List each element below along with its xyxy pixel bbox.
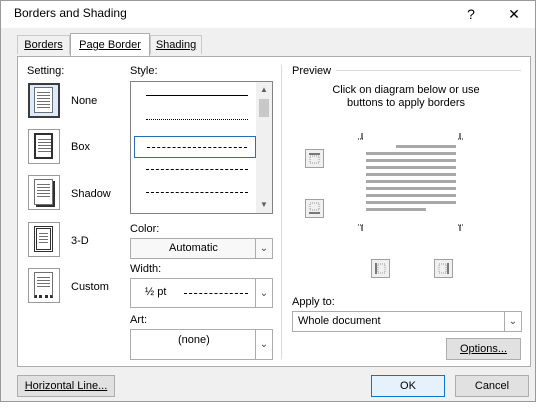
setting-custom-label[interactable]: Custom	[71, 281, 109, 293]
page-box-icon	[34, 133, 53, 159]
apply-to-label: Apply to:	[292, 296, 335, 308]
setting-box-thumb[interactable]	[28, 129, 60, 164]
page-3d-icon	[34, 226, 53, 252]
setting-shadow-label[interactable]: Shadow	[71, 188, 111, 200]
help-button[interactable]: ?	[454, 1, 488, 27]
page-custom-icon	[34, 272, 53, 298]
page-border-panel: Setting: None Box Shadow 3-D Custom Styl…	[17, 56, 531, 367]
color-label: Color:	[130, 223, 160, 235]
preview-diagram[interactable]	[358, 133, 464, 231]
setting-3d-thumb[interactable]	[28, 222, 60, 257]
right-border-icon	[438, 263, 449, 274]
ok-label: OK	[400, 380, 416, 392]
window-title: Borders and Shading	[14, 6, 127, 20]
preview-instruction: Click on diagram below or use buttons to…	[332, 84, 480, 109]
scroll-up-icon[interactable]: ▲	[256, 83, 272, 97]
preview-header: Preview	[292, 65, 332, 77]
tab-page-border-label: Page Border	[79, 39, 141, 51]
style-scrollbar[interactable]: ▲ ▼	[256, 82, 272, 213]
tab-page-border[interactable]: Page Border	[70, 33, 150, 56]
bottom-border-button[interactable]	[305, 199, 324, 218]
tab-shading[interactable]: Shading	[150, 35, 202, 54]
options-button-label: Options...	[459, 343, 508, 355]
right-border-button[interactable]	[434, 259, 453, 278]
page-shadow-icon	[34, 179, 53, 205]
art-dropdown[interactable]: (none) ⌄	[130, 329, 273, 360]
setting-shadow-thumb[interactable]	[28, 175, 60, 210]
art-value: (none)	[178, 334, 210, 346]
left-border-icon	[375, 263, 386, 274]
style-header: Style:	[130, 65, 158, 77]
color-value: Automatic	[169, 242, 218, 254]
horizontal-line-label: Horizontal Line...	[24, 380, 108, 392]
borders-and-shading-dialog: Borders and Shading ? ✕ Borders Page Bor…	[0, 0, 536, 402]
close-icon: ✕	[508, 5, 520, 22]
top-border-icon	[309, 153, 320, 164]
scroll-thumb[interactable]	[259, 99, 269, 117]
cancel-button[interactable]: Cancel	[455, 375, 529, 397]
bottom-border-icon	[309, 202, 320, 214]
section-divider	[281, 65, 282, 359]
tab-borders[interactable]: Borders	[17, 35, 70, 54]
style-listbox[interactable]: ▲ ▼	[130, 81, 273, 214]
width-label: Width:	[130, 263, 162, 275]
preview-divider	[336, 70, 521, 71]
art-label: Art:	[130, 314, 148, 326]
chevron-down-icon: ⌄	[255, 279, 272, 307]
options-button[interactable]: Options...	[446, 338, 521, 360]
ok-button[interactable]: OK	[371, 375, 445, 397]
horizontal-line-button[interactable]: Horizontal Line...	[17, 375, 115, 397]
chevron-down-icon: ⌄	[255, 239, 272, 258]
setting-none-thumb[interactable]	[28, 83, 60, 118]
apply-to-dropdown[interactable]: Whole document ⌄	[292, 311, 522, 332]
style-option-solid[interactable]	[134, 85, 256, 107]
page-none-icon	[34, 87, 53, 113]
title-bar: Borders and Shading ? ✕	[1, 1, 535, 28]
tab-borders-label: Borders	[24, 39, 63, 51]
style-option-dash[interactable]	[134, 159, 256, 181]
apply-to-value: Whole document	[298, 315, 381, 327]
tab-shading-label: Shading	[155, 39, 197, 51]
close-button[interactable]: ✕	[497, 1, 531, 27]
left-border-button[interactable]	[371, 259, 390, 278]
color-dropdown[interactable]: Automatic ⌄	[130, 238, 273, 259]
width-dropdown[interactable]: ½ pt ⌄	[130, 278, 273, 308]
cancel-label: Cancel	[474, 380, 510, 392]
top-border-button[interactable]	[305, 149, 324, 168]
scroll-down-icon[interactable]: ▼	[256, 198, 272, 212]
setting-box-label[interactable]: Box	[71, 141, 90, 153]
setting-custom-thumb[interactable]	[28, 268, 60, 303]
style-option-small-dash[interactable]	[134, 136, 256, 158]
setting-header: Setting:	[27, 65, 65, 77]
help-icon: ?	[467, 6, 475, 22]
style-option-dash-dot[interactable]	[134, 182, 256, 204]
width-value: ½ pt	[145, 286, 167, 298]
setting-3d-label[interactable]: 3-D	[71, 235, 89, 247]
chevron-down-icon: ⌄	[504, 312, 521, 331]
setting-none-label[interactable]: None	[71, 95, 97, 107]
preview-page-graphic	[358, 133, 464, 231]
chevron-down-icon: ⌄	[255, 330, 272, 359]
width-sample-line	[184, 293, 248, 294]
style-option-dotted[interactable]	[134, 109, 256, 131]
